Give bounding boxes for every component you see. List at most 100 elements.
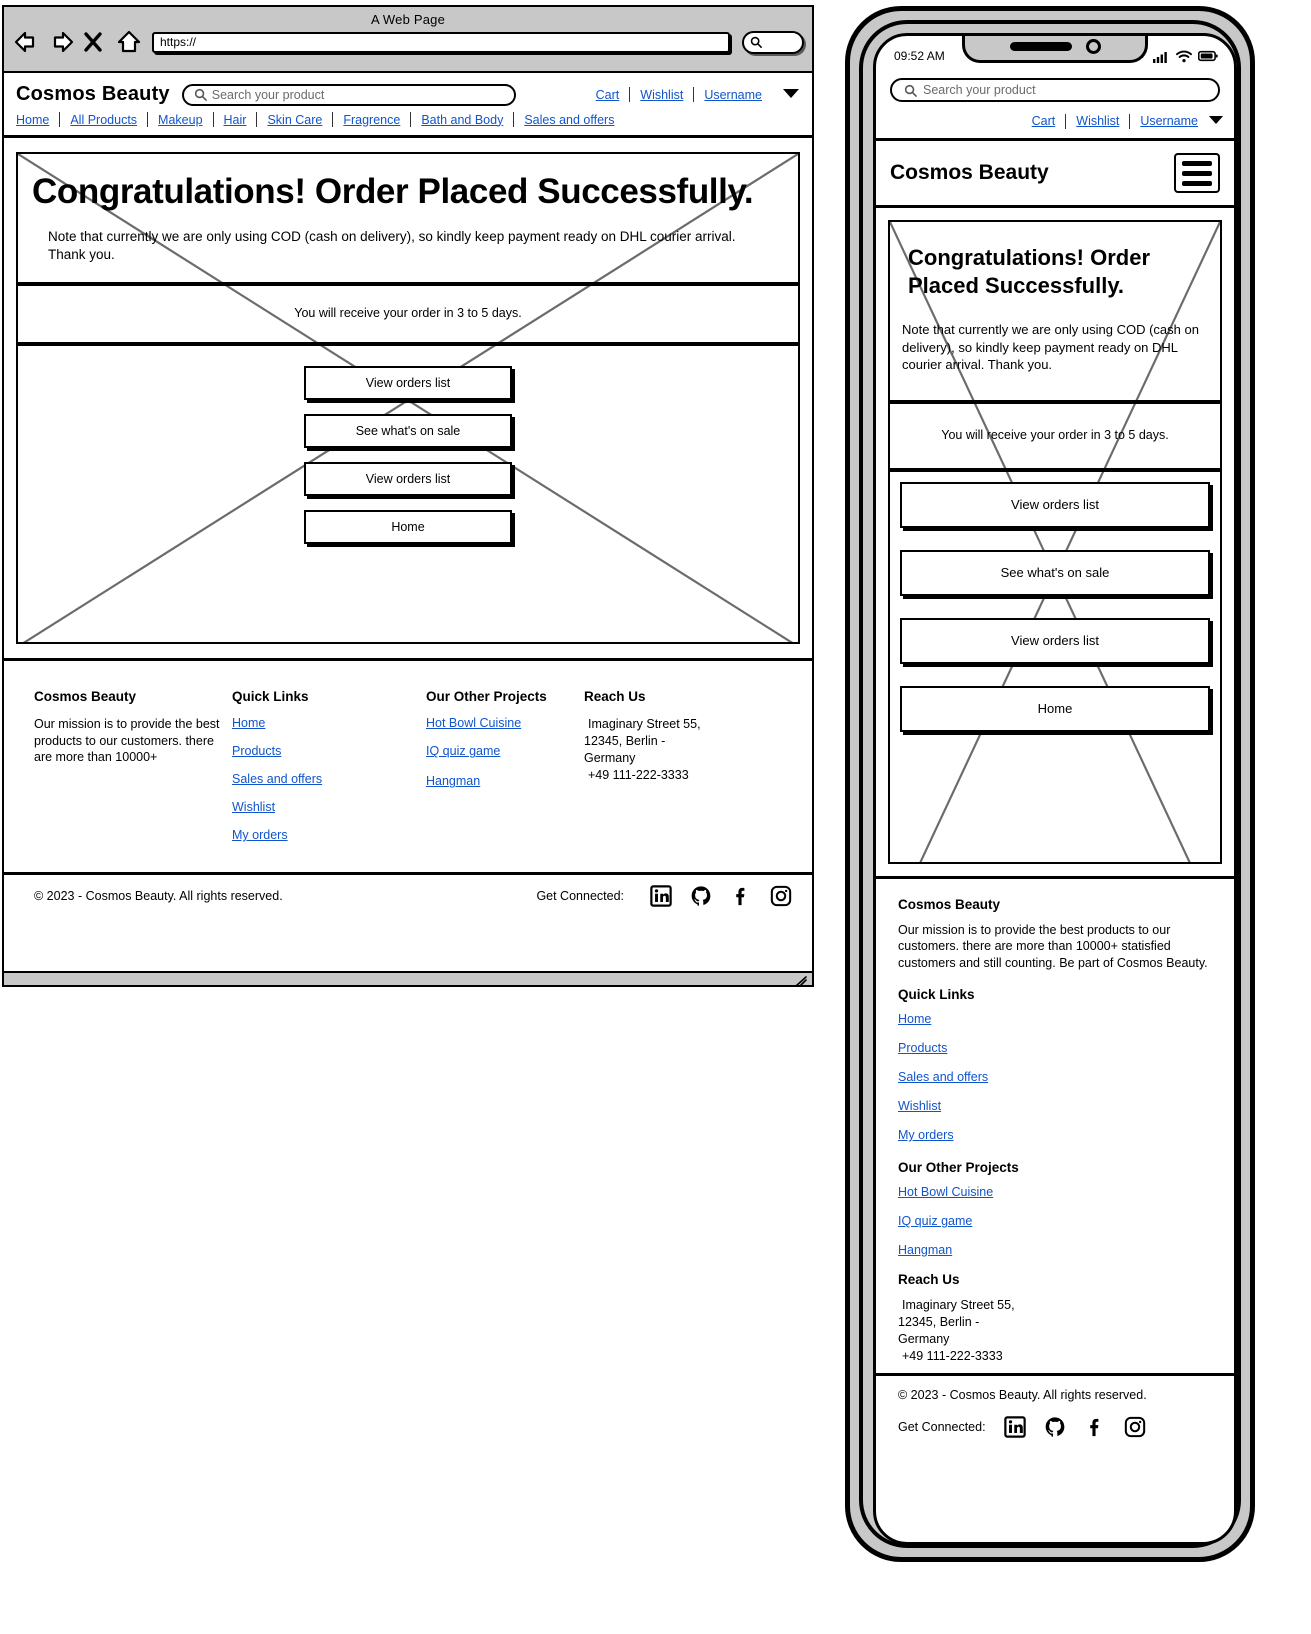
- footer-link-iq-quiz-game[interactable]: IQ quiz game: [898, 1214, 1212, 1228]
- github-icon[interactable]: [1044, 1416, 1066, 1438]
- url-text: https://: [160, 35, 197, 49]
- footer-link-products[interactable]: Products: [898, 1041, 1212, 1055]
- wifi-icon: [1176, 50, 1192, 62]
- action-buttons: View orders list See what's on sale View…: [890, 472, 1220, 752]
- phone-search-area: Search your product: [876, 66, 1234, 106]
- search-placeholder: Search your product: [211, 87, 325, 102]
- site-header: Cosmos Beauty Search your product Cart W…: [4, 73, 812, 110]
- footer-link-sales-and-offers[interactable]: Sales and offers: [898, 1070, 1212, 1084]
- phone-volume-up-button[interactable]: [845, 279, 850, 335]
- chevron-down-icon[interactable]: [1208, 112, 1228, 130]
- phone-screen: 09:52 AM Search your product Cart Wishli…: [873, 33, 1237, 1545]
- footer-link-products[interactable]: Products: [232, 744, 426, 758]
- search-input[interactable]: Search your product: [890, 78, 1220, 102]
- see-whats-on-sale-button[interactable]: See what's on sale: [304, 414, 512, 449]
- phone-mute-button[interactable]: [845, 219, 850, 253]
- order-note: Note that currently we are only using CO…: [48, 229, 736, 263]
- search-icon: [750, 36, 762, 48]
- nav-item-hair[interactable]: Hair: [214, 113, 257, 127]
- header-link-wishlist[interactable]: Wishlist: [630, 88, 693, 102]
- phone-volume-down-button[interactable]: [845, 351, 850, 407]
- linkedin-icon[interactable]: [1003, 1415, 1026, 1438]
- nav-item-all-products[interactable]: All Products: [60, 113, 147, 127]
- footer-link-wishlist[interactable]: Wishlist: [232, 800, 426, 814]
- see-whats-on-sale-button[interactable]: See what's on sale: [900, 549, 1210, 596]
- url-input[interactable]: https://: [152, 31, 730, 53]
- nav-item-home[interactable]: Home: [16, 113, 59, 127]
- hamburger-menu-icon[interactable]: [1174, 153, 1220, 193]
- address-line-1: Imaginary Street 55,: [902, 1298, 1015, 1313]
- browser-window: A Web Page https:// Cosmos Beauty Search…: [2, 5, 814, 987]
- linkedin-icon[interactable]: [650, 885, 672, 908]
- header-link-cart[interactable]: Cart: [1022, 114, 1066, 128]
- phone-device: 09:52 AM Search your product Cart Wishli…: [845, 6, 1255, 1562]
- address-line-3: Germany: [898, 1331, 950, 1346]
- phone-power-button[interactable]: [1250, 301, 1255, 385]
- footer-link-iq-quiz-game[interactable]: IQ quiz game: [426, 744, 584, 758]
- footer-link-hot-bowl-cuisine[interactable]: Hot Bowl Cuisine: [426, 716, 584, 730]
- header-link-wishlist[interactable]: Wishlist: [1066, 114, 1129, 128]
- view-orders-list-button-2[interactable]: View orders list: [304, 462, 512, 497]
- nav-item-skin-care[interactable]: Skin Care: [257, 113, 332, 127]
- copyright-text: © 2023 - Cosmos Beauty. All rights reser…: [34, 889, 283, 904]
- view-orders-list-button-2[interactable]: View orders list: [900, 617, 1210, 664]
- search-icon: [904, 84, 917, 97]
- earpiece-speaker-icon: [1009, 42, 1072, 51]
- browser-status-bar: [4, 971, 812, 987]
- footer-link-my-orders[interactable]: My orders: [898, 1128, 1212, 1142]
- facebook-icon[interactable]: [730, 885, 752, 907]
- get-connected-label: Get Connected:: [898, 1419, 986, 1434]
- phone-main-content: Congratulations! Order Placed Successful…: [876, 208, 1234, 864]
- footer-link-home[interactable]: Home: [898, 1012, 1212, 1026]
- home-button[interactable]: Home: [304, 510, 512, 545]
- get-connected-label: Get Connected:: [536, 889, 624, 904]
- footer-link-wishlist[interactable]: Wishlist: [898, 1099, 1212, 1113]
- footer-link-sales-and-offers[interactable]: Sales and offers: [232, 772, 426, 786]
- browser-search-box[interactable]: [742, 30, 804, 54]
- header-link-cart[interactable]: Cart: [586, 88, 630, 102]
- home-icon[interactable]: [116, 29, 142, 55]
- order-confirmation-card: Congratulations! Order Placed Successful…: [16, 152, 800, 645]
- footer-col-about: Cosmos Beauty Our mission is to provide …: [34, 689, 232, 856]
- forward-arrow-icon[interactable]: [48, 29, 74, 55]
- nav-item-bath-and-body[interactable]: Bath and Body: [411, 113, 513, 127]
- copyright-text: © 2023 - Cosmos Beauty. All rights reser…: [898, 1387, 1147, 1402]
- status-time: 09:52 AM: [894, 49, 945, 63]
- view-orders-list-button[interactable]: View orders list: [900, 481, 1210, 528]
- home-button[interactable]: Home: [900, 685, 1210, 732]
- search-placeholder: Search your product: [923, 83, 1036, 97]
- nav-item-sales-and-offers[interactable]: Sales and offers: [514, 113, 624, 127]
- nav-item-makeup[interactable]: Makeup: [148, 113, 212, 127]
- instagram-icon[interactable]: [1124, 1416, 1146, 1438]
- footer-link-my-orders[interactable]: My orders: [232, 828, 426, 842]
- search-input[interactable]: Search your product: [181, 83, 516, 106]
- footer-link-hangman[interactable]: Hangman: [898, 1243, 1212, 1257]
- back-arrow-icon[interactable]: [14, 29, 40, 55]
- page-title: Congratulations! Order Placed Successful…: [908, 245, 1151, 298]
- footer-phone: +49 111-222-3333: [902, 1348, 1003, 1363]
- header-link-username[interactable]: Username: [1130, 114, 1208, 128]
- address-line-3: Germany: [584, 751, 636, 766]
- footer-address: Imaginary Street 55, 12345, Berlin - Ger…: [584, 716, 764, 784]
- resize-handle-icon[interactable]: [794, 974, 808, 992]
- front-camera-icon: [1085, 39, 1101, 54]
- footer-link-home[interactable]: Home: [232, 716, 426, 730]
- browser-title: A Web Page: [370, 12, 446, 27]
- footer-link-hangman[interactable]: Hangman: [426, 774, 584, 788]
- close-x-icon[interactable]: [82, 29, 108, 55]
- nav-item-fragrence[interactable]: Fragrence: [333, 113, 410, 127]
- page-title: Congratulations! Order Placed Successful…: [32, 172, 754, 211]
- view-orders-list-button[interactable]: View orders list: [304, 366, 512, 401]
- battery-icon: [1198, 50, 1218, 62]
- instagram-icon[interactable]: [770, 885, 792, 907]
- facebook-icon[interactable]: [1084, 1416, 1106, 1438]
- header-links: Cart Wishlist Username: [586, 86, 800, 104]
- github-icon[interactable]: [690, 885, 712, 907]
- main-nav: Home All Products Makeup Hair Skin Care …: [4, 110, 812, 138]
- delivery-eta: You will receive your order in 3 to 5 da…: [294, 306, 522, 321]
- header-link-username[interactable]: Username: [694, 88, 772, 102]
- chevron-down-icon[interactable]: [782, 86, 800, 104]
- footer-brand-heading: Cosmos Beauty: [898, 896, 1001, 912]
- footer-link-hot-bowl-cuisine[interactable]: Hot Bowl Cuisine: [898, 1185, 1212, 1199]
- main-content: Congratulations! Order Placed Successful…: [4, 138, 812, 645]
